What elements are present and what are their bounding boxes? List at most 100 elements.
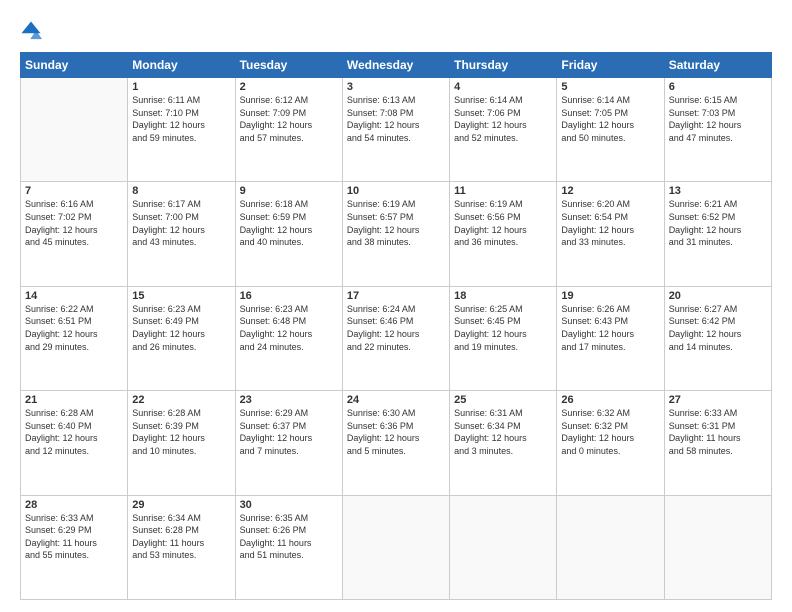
day-number: 5 xyxy=(561,81,659,93)
day-number: 14 xyxy=(25,290,123,302)
calendar-cell: 2Sunrise: 6:12 AM Sunset: 7:09 PM Daylig… xyxy=(235,78,342,182)
weekday-saturday: Saturday xyxy=(664,53,771,78)
logo xyxy=(20,18,44,42)
day-number: 29 xyxy=(132,499,230,511)
calendar-cell: 9Sunrise: 6:18 AM Sunset: 6:59 PM Daylig… xyxy=(235,182,342,286)
day-number: 19 xyxy=(561,290,659,302)
day-number: 12 xyxy=(561,185,659,197)
day-number: 8 xyxy=(132,185,230,197)
calendar-cell: 27Sunrise: 6:33 AM Sunset: 6:31 PM Dayli… xyxy=(664,391,771,495)
week-row-0: 1Sunrise: 6:11 AM Sunset: 7:10 PM Daylig… xyxy=(21,78,772,182)
day-info: Sunrise: 6:29 AM Sunset: 6:37 PM Dayligh… xyxy=(240,407,338,457)
calendar-cell: 21Sunrise: 6:28 AM Sunset: 6:40 PM Dayli… xyxy=(21,391,128,495)
day-info: Sunrise: 6:27 AM Sunset: 6:42 PM Dayligh… xyxy=(669,303,767,353)
day-number: 9 xyxy=(240,185,338,197)
day-number: 1 xyxy=(132,81,230,93)
day-number: 13 xyxy=(669,185,767,197)
day-info: Sunrise: 6:35 AM Sunset: 6:26 PM Dayligh… xyxy=(240,512,338,562)
day-info: Sunrise: 6:16 AM Sunset: 7:02 PM Dayligh… xyxy=(25,198,123,248)
day-number: 25 xyxy=(454,394,552,406)
calendar-cell: 14Sunrise: 6:22 AM Sunset: 6:51 PM Dayli… xyxy=(21,286,128,390)
day-number: 21 xyxy=(25,394,123,406)
day-number: 16 xyxy=(240,290,338,302)
day-info: Sunrise: 6:12 AM Sunset: 7:09 PM Dayligh… xyxy=(240,94,338,144)
day-info: Sunrise: 6:26 AM Sunset: 6:43 PM Dayligh… xyxy=(561,303,659,353)
day-number: 11 xyxy=(454,185,552,197)
day-number: 18 xyxy=(454,290,552,302)
calendar-cell: 17Sunrise: 6:24 AM Sunset: 6:46 PM Dayli… xyxy=(342,286,449,390)
weekday-sunday: Sunday xyxy=(21,53,128,78)
calendar-cell xyxy=(342,495,449,599)
calendar-cell: 24Sunrise: 6:30 AM Sunset: 6:36 PM Dayli… xyxy=(342,391,449,495)
day-info: Sunrise: 6:22 AM Sunset: 6:51 PM Dayligh… xyxy=(25,303,123,353)
day-info: Sunrise: 6:13 AM Sunset: 7:08 PM Dayligh… xyxy=(347,94,445,144)
weekday-friday: Friday xyxy=(557,53,664,78)
calendar-cell: 19Sunrise: 6:26 AM Sunset: 6:43 PM Dayli… xyxy=(557,286,664,390)
page-header xyxy=(20,18,772,42)
calendar-cell: 13Sunrise: 6:21 AM Sunset: 6:52 PM Dayli… xyxy=(664,182,771,286)
day-info: Sunrise: 6:34 AM Sunset: 6:28 PM Dayligh… xyxy=(132,512,230,562)
day-info: Sunrise: 6:24 AM Sunset: 6:46 PM Dayligh… xyxy=(347,303,445,353)
week-row-4: 28Sunrise: 6:33 AM Sunset: 6:29 PM Dayli… xyxy=(21,495,772,599)
day-number: 20 xyxy=(669,290,767,302)
day-info: Sunrise: 6:19 AM Sunset: 6:56 PM Dayligh… xyxy=(454,198,552,248)
week-row-1: 7Sunrise: 6:16 AM Sunset: 7:02 PM Daylig… xyxy=(21,182,772,286)
day-info: Sunrise: 6:11 AM Sunset: 7:10 PM Dayligh… xyxy=(132,94,230,144)
day-number: 26 xyxy=(561,394,659,406)
day-info: Sunrise: 6:23 AM Sunset: 6:48 PM Dayligh… xyxy=(240,303,338,353)
weekday-thursday: Thursday xyxy=(450,53,557,78)
day-info: Sunrise: 6:30 AM Sunset: 6:36 PM Dayligh… xyxy=(347,407,445,457)
day-number: 15 xyxy=(132,290,230,302)
week-row-3: 21Sunrise: 6:28 AM Sunset: 6:40 PM Dayli… xyxy=(21,391,772,495)
day-number: 4 xyxy=(454,81,552,93)
day-info: Sunrise: 6:28 AM Sunset: 6:40 PM Dayligh… xyxy=(25,407,123,457)
calendar-cell: 26Sunrise: 6:32 AM Sunset: 6:32 PM Dayli… xyxy=(557,391,664,495)
day-info: Sunrise: 6:17 AM Sunset: 7:00 PM Dayligh… xyxy=(132,198,230,248)
calendar-cell: 22Sunrise: 6:28 AM Sunset: 6:39 PM Dayli… xyxy=(128,391,235,495)
calendar-cell: 29Sunrise: 6:34 AM Sunset: 6:28 PM Dayli… xyxy=(128,495,235,599)
day-info: Sunrise: 6:14 AM Sunset: 7:05 PM Dayligh… xyxy=(561,94,659,144)
week-row-2: 14Sunrise: 6:22 AM Sunset: 6:51 PM Dayli… xyxy=(21,286,772,390)
day-info: Sunrise: 6:15 AM Sunset: 7:03 PM Dayligh… xyxy=(669,94,767,144)
day-info: Sunrise: 6:33 AM Sunset: 6:29 PM Dayligh… xyxy=(25,512,123,562)
day-number: 23 xyxy=(240,394,338,406)
weekday-wednesday: Wednesday xyxy=(342,53,449,78)
weekday-monday: Monday xyxy=(128,53,235,78)
calendar-cell: 30Sunrise: 6:35 AM Sunset: 6:26 PM Dayli… xyxy=(235,495,342,599)
calendar-cell: 10Sunrise: 6:19 AM Sunset: 6:57 PM Dayli… xyxy=(342,182,449,286)
calendar-cell: 8Sunrise: 6:17 AM Sunset: 7:00 PM Daylig… xyxy=(128,182,235,286)
day-info: Sunrise: 6:28 AM Sunset: 6:39 PM Dayligh… xyxy=(132,407,230,457)
calendar-cell xyxy=(450,495,557,599)
calendar-cell xyxy=(21,78,128,182)
day-number: 17 xyxy=(347,290,445,302)
calendar-cell: 23Sunrise: 6:29 AM Sunset: 6:37 PM Dayli… xyxy=(235,391,342,495)
calendar-cell: 28Sunrise: 6:33 AM Sunset: 6:29 PM Dayli… xyxy=(21,495,128,599)
day-info: Sunrise: 6:33 AM Sunset: 6:31 PM Dayligh… xyxy=(669,407,767,457)
day-number: 27 xyxy=(669,394,767,406)
day-number: 7 xyxy=(25,185,123,197)
logo-icon xyxy=(20,20,42,42)
day-info: Sunrise: 6:21 AM Sunset: 6:52 PM Dayligh… xyxy=(669,198,767,248)
day-number: 3 xyxy=(347,81,445,93)
day-info: Sunrise: 6:14 AM Sunset: 7:06 PM Dayligh… xyxy=(454,94,552,144)
calendar-body: 1Sunrise: 6:11 AM Sunset: 7:10 PM Daylig… xyxy=(21,78,772,600)
day-info: Sunrise: 6:20 AM Sunset: 6:54 PM Dayligh… xyxy=(561,198,659,248)
day-number: 30 xyxy=(240,499,338,511)
calendar-cell: 15Sunrise: 6:23 AM Sunset: 6:49 PM Dayli… xyxy=(128,286,235,390)
calendar-cell: 4Sunrise: 6:14 AM Sunset: 7:06 PM Daylig… xyxy=(450,78,557,182)
day-info: Sunrise: 6:23 AM Sunset: 6:49 PM Dayligh… xyxy=(132,303,230,353)
day-number: 24 xyxy=(347,394,445,406)
calendar-cell: 11Sunrise: 6:19 AM Sunset: 6:56 PM Dayli… xyxy=(450,182,557,286)
calendar-cell xyxy=(664,495,771,599)
calendar-cell: 20Sunrise: 6:27 AM Sunset: 6:42 PM Dayli… xyxy=(664,286,771,390)
day-info: Sunrise: 6:31 AM Sunset: 6:34 PM Dayligh… xyxy=(454,407,552,457)
calendar-cell: 5Sunrise: 6:14 AM Sunset: 7:05 PM Daylig… xyxy=(557,78,664,182)
day-number: 10 xyxy=(347,185,445,197)
calendar-cell: 6Sunrise: 6:15 AM Sunset: 7:03 PM Daylig… xyxy=(664,78,771,182)
day-number: 2 xyxy=(240,81,338,93)
calendar-cell: 16Sunrise: 6:23 AM Sunset: 6:48 PM Dayli… xyxy=(235,286,342,390)
calendar-cell: 18Sunrise: 6:25 AM Sunset: 6:45 PM Dayli… xyxy=(450,286,557,390)
calendar-cell: 1Sunrise: 6:11 AM Sunset: 7:10 PM Daylig… xyxy=(128,78,235,182)
calendar: SundayMondayTuesdayWednesdayThursdayFrid… xyxy=(20,52,772,600)
calendar-cell: 7Sunrise: 6:16 AM Sunset: 7:02 PM Daylig… xyxy=(21,182,128,286)
